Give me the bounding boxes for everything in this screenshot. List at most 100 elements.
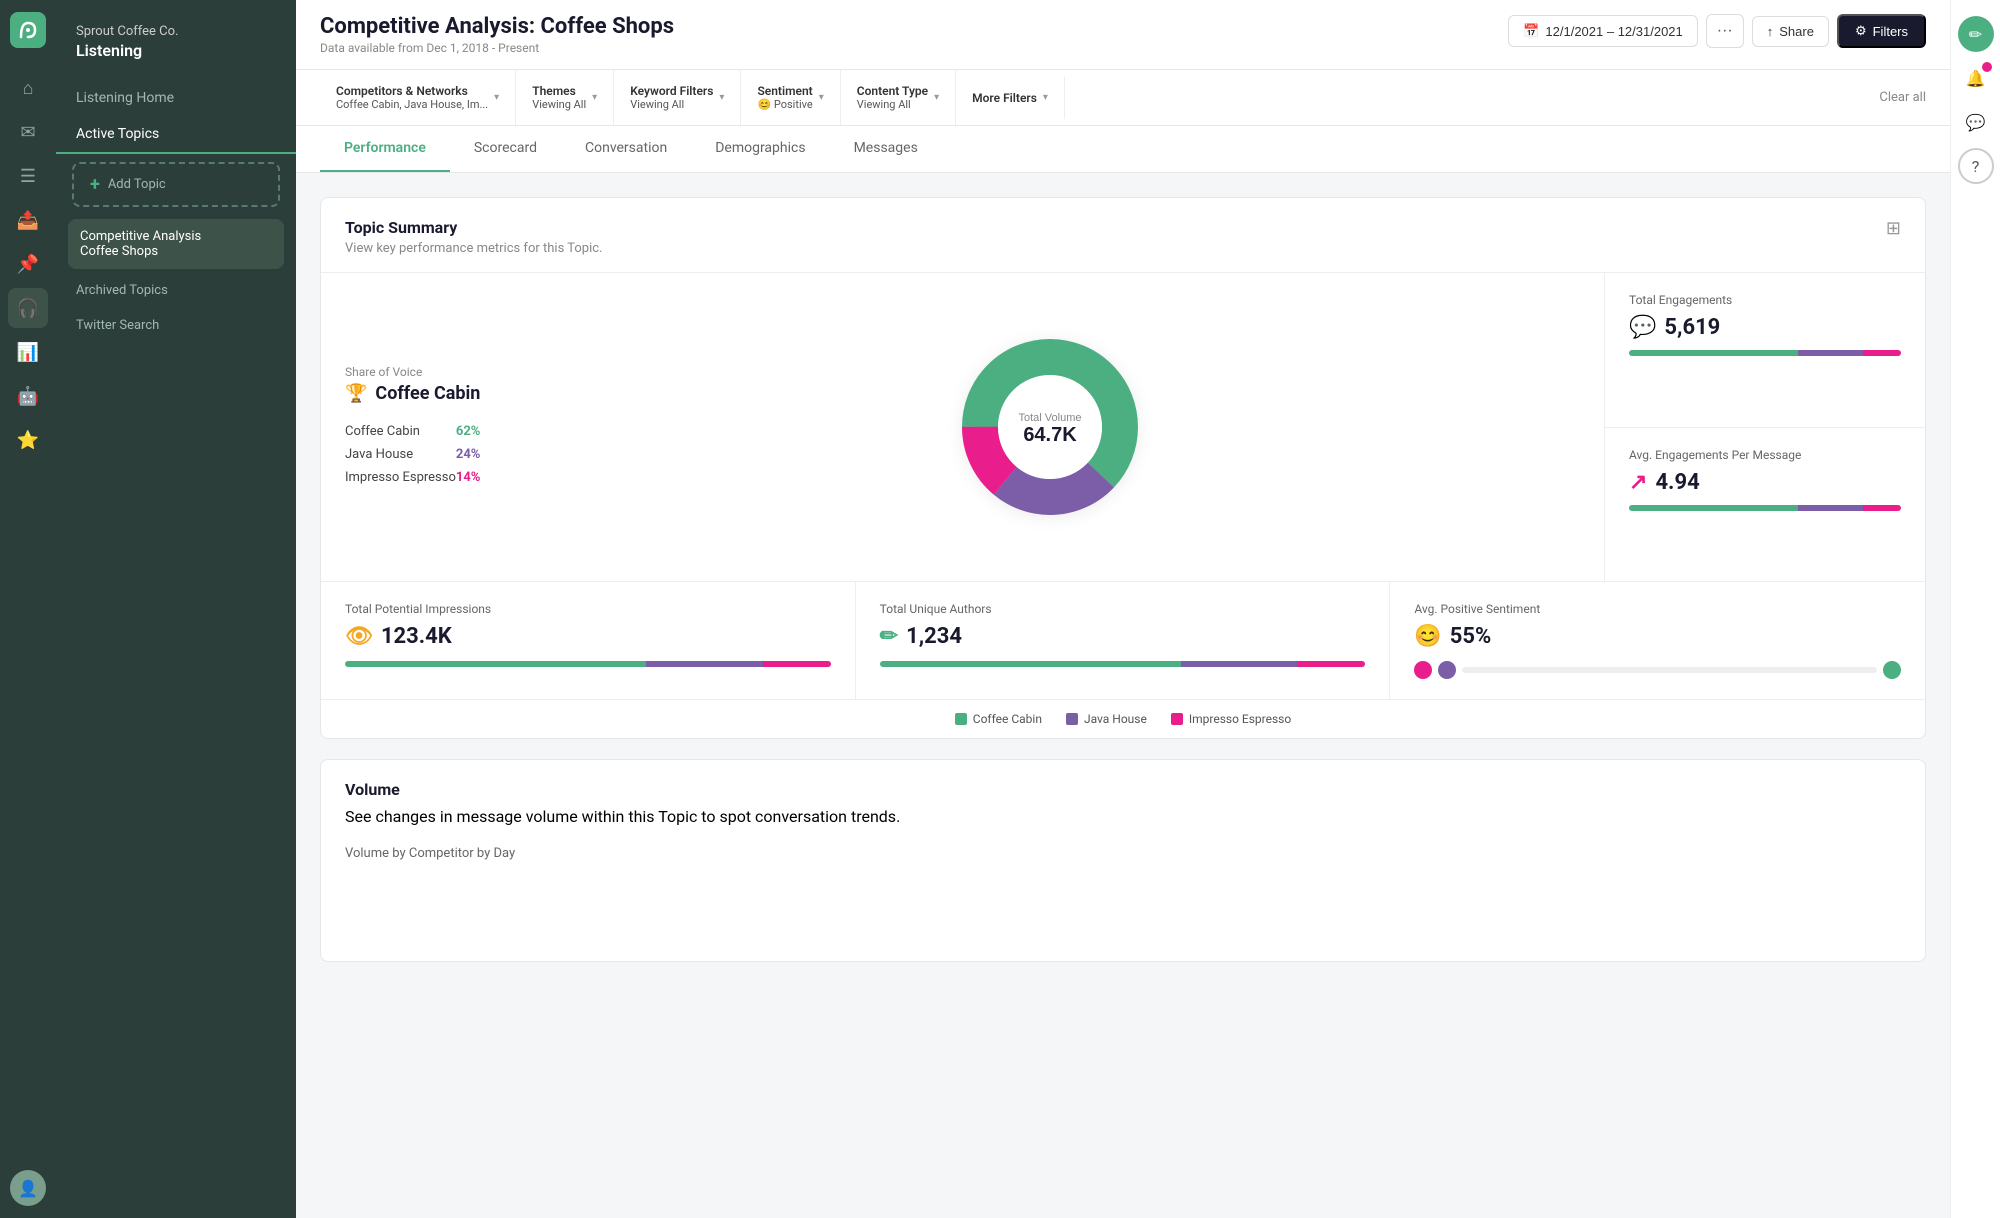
list-item: Java House 24% xyxy=(345,443,480,466)
bar-g2 xyxy=(880,661,1181,667)
nav-pin-icon[interactable]: 📌 xyxy=(8,244,48,284)
grid-view-icon[interactable]: ⊞ xyxy=(1886,218,1901,239)
bar-segment-purple-2 xyxy=(1798,505,1863,511)
total-engagements-metric: Total Engagements 💬 5,619 xyxy=(1605,273,1925,428)
volume-title: Volume xyxy=(345,780,1901,799)
filters-button[interactable]: ⚙ Filters xyxy=(1837,14,1926,48)
sentiment-dot-pink xyxy=(1414,661,1432,679)
clear-all-button[interactable]: Clear all xyxy=(1879,76,1926,119)
chevron-down-icon: ▾ xyxy=(494,92,499,103)
authors-label: Total Unique Authors xyxy=(880,602,1366,616)
nav-star-icon[interactable]: ⭐ xyxy=(8,420,48,460)
nav-automation-icon[interactable]: 🤖 xyxy=(8,376,48,416)
twitter-label: Twitter Search xyxy=(76,318,159,333)
pencil-icon: ✏ xyxy=(880,624,898,649)
page-subtitle: Data available from Dec 1, 2018 - Presen… xyxy=(320,41,674,55)
competitor-name: Impresso Espresso xyxy=(345,470,456,485)
company-name: Sprout Coffee Co. xyxy=(76,24,276,39)
filter-content-type-value: Viewing All xyxy=(857,98,928,111)
legend-item-coffee-cabin: Coffee Cabin xyxy=(955,712,1042,726)
sidebar-link-twitter[interactable]: Twitter Search xyxy=(56,308,296,343)
competitor-name: Coffee Cabin xyxy=(345,424,420,439)
sentiment-label: Avg. Positive Sentiment xyxy=(1414,602,1901,616)
sidebar-item-active-topics[interactable]: Active Topics xyxy=(56,116,296,154)
bar-pk2 xyxy=(1297,661,1365,667)
donut-chart: Total Volume 64.7K xyxy=(520,297,1580,557)
legend-label-coffee-cabin: Coffee Cabin xyxy=(973,712,1042,726)
chat-icon: 💬 xyxy=(1629,315,1656,340)
authors-value: ✏ 1,234 xyxy=(880,624,1366,649)
tab-scorecard[interactable]: Scorecard xyxy=(450,126,561,172)
user-avatar[interactable]: 👤 xyxy=(10,1170,46,1206)
nav-home-icon[interactable]: ⌂ xyxy=(8,68,48,108)
page-title: Competitive Analysis: Coffee Shops xyxy=(320,14,674,39)
filter-competitors-label: Competitors & Networks xyxy=(336,84,488,98)
filter-icon: ⚙ xyxy=(1855,23,1867,39)
sidebar-link-archived[interactable]: Archived Topics xyxy=(56,273,296,308)
add-topic-label: Add Topic xyxy=(108,177,166,192)
sidebar-header: Sprout Coffee Co. Listening xyxy=(56,16,296,80)
metrics-panel: Total Engagements 💬 5,619 Avg. Engagemen xyxy=(1605,273,1925,581)
share-label: Share xyxy=(1779,24,1814,39)
filter-sentiment-label: Sentiment xyxy=(757,84,812,98)
tab-demographics[interactable]: Demographics xyxy=(691,126,829,172)
volume-subtitle: See changes in message volume within thi… xyxy=(321,807,1925,838)
filter-competitors[interactable]: Competitors & Networks Coffee Cabin, Jav… xyxy=(320,70,516,125)
legend-dot-pink xyxy=(1171,713,1183,725)
legend-dot-green xyxy=(955,713,967,725)
nav-reports-icon[interactable]: 📊 xyxy=(8,332,48,372)
bar-pk xyxy=(763,661,831,667)
impressions-value: 👁 123.4K xyxy=(345,624,831,649)
plus-icon: + xyxy=(90,174,100,195)
summary-grid: Share of Voice 🏆 Coffee Cabin Coffee Cab… xyxy=(321,273,1925,581)
volume-header: Volume xyxy=(321,760,1925,807)
nav-listening-icon[interactable]: 🎧 xyxy=(8,288,48,328)
share-button[interactable]: ↑ Share xyxy=(1752,16,1829,47)
notification-button[interactable]: 🔔 xyxy=(1958,60,1994,96)
date-range-button[interactable]: 📅 12/1/2021 – 12/31/2021 xyxy=(1508,15,1698,47)
topic-item-competitive-analysis[interactable]: Competitive AnalysisCoffee Shops xyxy=(68,219,284,269)
eye-icon: 👁 xyxy=(345,624,373,649)
edit-button[interactable]: ✏ xyxy=(1958,16,1994,52)
bar-g xyxy=(345,661,646,667)
main-content: Competitive Analysis: Coffee Shops Data … xyxy=(296,0,1950,1218)
comment-button[interactable]: 💬 xyxy=(1958,104,1994,140)
nav-publish-icon[interactable]: 📤 xyxy=(8,200,48,240)
tab-conversation[interactable]: Conversation xyxy=(561,126,691,172)
sov-winner-name: Coffee Cabin xyxy=(375,383,480,404)
chevron-down-icon-3: ▾ xyxy=(719,92,724,103)
more-options-button[interactable]: ··· xyxy=(1706,14,1744,48)
metric-value-2: ↗ 4.94 xyxy=(1629,470,1901,495)
filter-themes[interactable]: Themes Viewing All ▾ xyxy=(516,70,614,125)
section-name: Listening xyxy=(76,41,276,60)
filter-keywords[interactable]: Keyword Filters Viewing All ▾ xyxy=(614,70,741,125)
tab-messages[interactable]: Messages xyxy=(830,126,942,172)
notification-badge xyxy=(1980,60,1994,74)
filters-label: Filters xyxy=(1873,24,1908,39)
engagements-bar xyxy=(1629,350,1901,356)
content-tabs: Performance Scorecard Conversation Demog… xyxy=(296,126,1950,173)
nav-tasks-icon[interactable]: ☰ xyxy=(8,156,48,196)
metric-label-2: Avg. Engagements Per Message xyxy=(1629,448,1901,462)
legend-label-java-house: Java House xyxy=(1084,712,1147,726)
svg-text:64.7K: 64.7K xyxy=(1024,424,1078,446)
sidebar-item-listening-home[interactable]: Listening Home xyxy=(56,80,296,116)
add-topic-button[interactable]: + Add Topic xyxy=(72,162,280,207)
impressions-label: Total Potential Impressions xyxy=(345,602,831,616)
share-of-voice-section: Share of Voice 🏆 Coffee Cabin Coffee Cab… xyxy=(321,273,1605,581)
trophy-icon: 🏆 xyxy=(345,383,367,404)
help-button[interactable]: ? xyxy=(1958,148,1994,184)
tab-performance[interactable]: Performance xyxy=(320,126,450,172)
topbar: Competitive Analysis: Coffee Shops Data … xyxy=(296,0,1950,70)
authors-bar xyxy=(880,661,1366,667)
legend-item-impresso: Impresso Espresso xyxy=(1171,712,1291,726)
sentiment-stat: Avg. Positive Sentiment 😊 55% xyxy=(1390,582,1925,699)
filter-content-type[interactable]: Content Type Viewing All ▾ xyxy=(841,70,956,125)
topic-summary-header: Topic Summary View key performance metri… xyxy=(321,198,1925,273)
chevron-down-icon-6: ▾ xyxy=(1043,92,1048,103)
nav-inbox-icon[interactable]: ✉ xyxy=(8,112,48,152)
sentiment-dot-purple xyxy=(1438,661,1456,679)
filter-sentiment[interactable]: Sentiment 😊 Positive ▾ xyxy=(741,70,840,125)
metric-value: 💬 5,619 xyxy=(1629,315,1901,340)
filter-more[interactable]: More Filters ▾ xyxy=(956,77,1065,119)
